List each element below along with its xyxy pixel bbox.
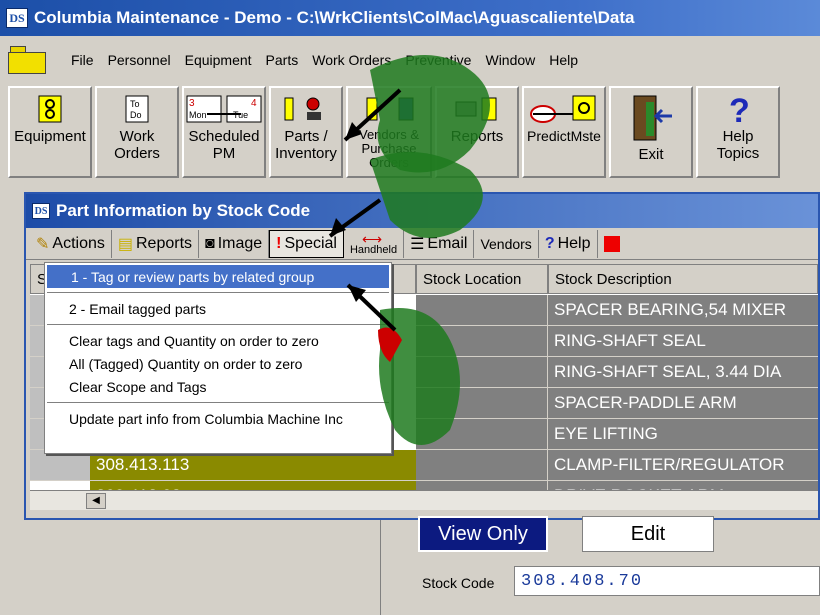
svg-text:Do: Do [130,110,142,120]
camera-icon: ◙ [205,234,215,252]
predictmste-button[interactable]: PredictMste [522,86,606,178]
help-button[interactable]: ? Help [539,229,598,258]
work-orders-button[interactable]: To Do Work Orders [95,86,179,178]
app-title-bar: DS Columbia Maintenance - Demo - C:\WrkC… [0,0,820,36]
menu-item-clear-tags-qty[interactable]: Clear tags and Quantity on order to zero [45,329,391,352]
menu-item-clear-scope-tags[interactable]: Clear Scope and Tags [45,375,391,398]
column-header-stock-location[interactable]: Stock Location [416,264,548,294]
svg-text:3: 3 [189,98,195,109]
menu-item-email-tagged[interactable]: 2 - Email tagged parts [45,297,391,320]
stock-description-cell[interactable]: EYE LIFTING [548,419,818,450]
menu-help[interactable]: Help [542,52,585,68]
help-icon: ? [729,94,750,124]
child-toolbar: ✎ Actions ▤ Reports ◙ Image ! Special ⟷ Handh… [26,228,818,260]
menu-item-update-part-info[interactable]: Update part info from Columbia Machine I… [45,407,391,430]
actions-button[interactable]: ✎ Actions [30,229,112,258]
stock-code-cell[interactable]: 308.413.03 [90,481,416,490]
horizontal-scrollbar[interactable]: ◀ [30,490,818,510]
handheld-button[interactable]: ⟷ Handheld [344,229,405,258]
stock-location-cell[interactable] [416,481,548,490]
ds-logo: DS [6,8,28,28]
edit-button[interactable]: Edit [582,516,714,552]
reports-menu-button[interactable]: ▤ Reports [112,229,200,258]
equipment-icon [38,95,62,123]
vendors-button[interactable]: Vendors [474,229,539,258]
vendors-icon [366,97,414,121]
special-button[interactable]: ! Special [269,229,344,258]
svg-text:Mon: Mon [189,110,207,120]
view-only-button[interactable]: View Only [418,516,548,552]
calendar-icon: 34MonTue [186,95,262,123]
stock-location-cell[interactable] [416,388,548,419]
scheduled-pm-button[interactable]: 34MonTue Scheduled PM [182,86,266,178]
help-topics-button[interactable]: ? Help Topics [696,86,780,178]
column-header-stock-description[interactable]: Stock Description [548,264,818,294]
stock-code-cell[interactable]: 308.413.113 [90,450,416,481]
exit-button[interactable]: Exit [609,86,693,178]
folder-icon[interactable] [8,46,46,74]
menu-bar: File Personnel Equipment Parts Work Orde… [0,40,820,80]
menu-separator [47,292,389,293]
svg-text:?: ? [729,94,750,124]
menu-item-all-tagged-qty[interactable]: All (Tagged) Quantity on order to zero [45,352,391,375]
exclamation-icon: ! [276,234,282,252]
email-button[interactable]: ☰ Email [404,229,475,258]
stop-button[interactable] [598,230,626,258]
main-toolbar: Equipment ToDo Work Orders 34MonTue Sche… [8,86,820,178]
app-title: Columbia Maintenance - Demo - C:\WrkClie… [34,8,635,27]
todo-icon: ToDo [125,95,149,123]
stock-location-cell[interactable] [416,357,548,388]
svg-text:4: 4 [251,98,257,109]
menu-item-tag-review-group[interactable]: 1 - Tag or review parts by related group [47,265,389,288]
left-panel [0,520,380,615]
stock-code-label: Stock Code [422,575,495,591]
stock-description-cell[interactable]: CLAMP-FILTER/REGULATOR [548,450,818,481]
pencil-icon: ✎ [36,235,50,253]
ds-logo: DS [32,203,50,219]
menu-work-orders[interactable]: Work Orders [305,52,398,68]
menu-file[interactable]: File [64,52,101,68]
menu-personnel[interactable]: Personnel [101,52,178,68]
document-icon: ▤ [117,235,133,253]
reports-button[interactable]: Reports [435,86,519,178]
handheld-icon: ⟷ [361,230,383,247]
parts-inventory-button[interactable]: Parts / Inventory [269,86,343,178]
special-menu: 1 - Tag or review parts by related group… [44,262,392,454]
child-title: Part Information by Stock Code [56,201,311,220]
menu-equipment[interactable]: Equipment [178,52,259,68]
equipment-button[interactable]: Equipment [8,86,92,178]
help-icon: ? [544,234,555,252]
stock-code-field[interactable]: 308.408.70 [514,566,820,596]
stock-location-cell[interactable] [416,295,548,326]
menu-separator [47,324,389,325]
row-selector[interactable] [30,450,90,481]
stock-description-cell[interactable]: RING-SHAFT SEAL, 3.44 DIA [548,357,818,388]
stock-description-cell[interactable]: DRIVE ROCKET-ARM [548,481,818,490]
stock-description-cell[interactable]: SPACER BEARING,54 MIXER [548,295,818,326]
menu-separator [47,402,389,403]
menu-preventive[interactable]: Preventive [398,52,478,68]
predict-icon [530,95,596,123]
printer-icon [455,97,497,121]
parts-icon [284,97,321,121]
scroll-left-icon[interactable]: ◀ [86,493,106,509]
stock-description-cell[interactable]: SPACER-PADDLE ARM [548,388,818,419]
stock-location-cell[interactable] [416,419,548,450]
vendors-purchase-orders-button[interactable]: Vendors & Purchase Orders [346,86,432,178]
menu-window[interactable]: Window [478,52,542,68]
stock-location-cell[interactable] [416,326,548,357]
menu-parts[interactable]: Parts [259,52,306,68]
stop-icon [603,235,620,252]
child-title-bar: DS Part Information by Stock Code [26,194,818,228]
svg-text:To: To [130,99,140,109]
email-icon: ☰ [410,235,425,253]
stock-description-cell[interactable]: RING-SHAFT SEAL [548,326,818,357]
exit-door-icon [633,95,672,141]
image-button[interactable]: ◙ Image [199,229,270,258]
stock-location-cell[interactable] [416,450,548,481]
